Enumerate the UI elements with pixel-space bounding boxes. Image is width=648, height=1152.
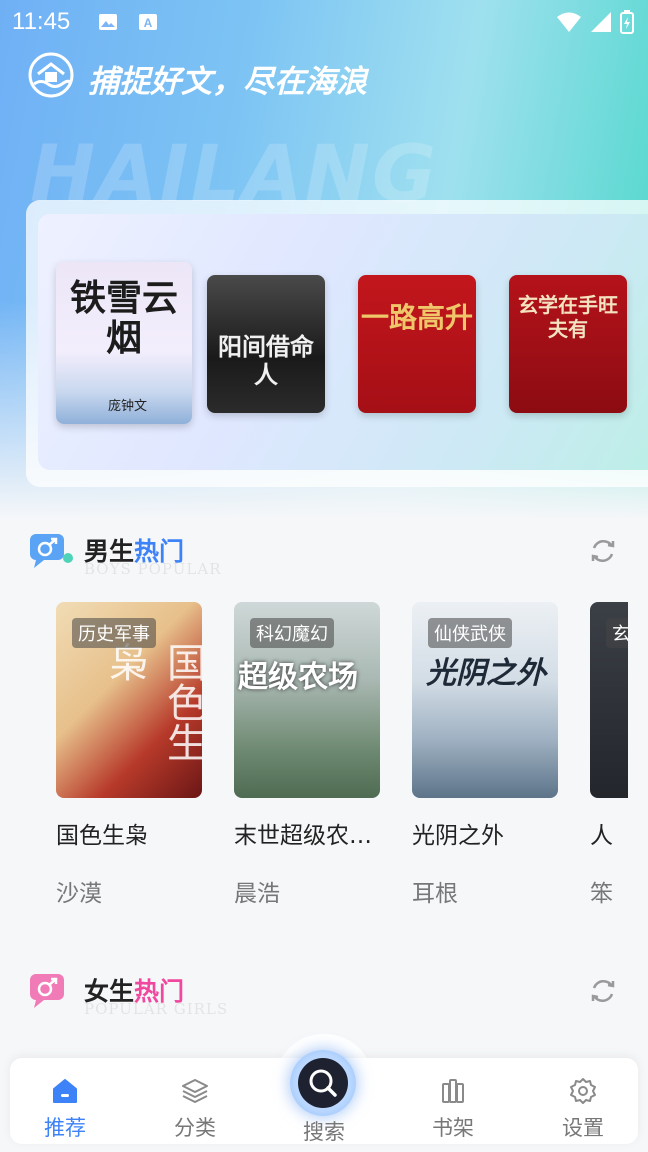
signal-icon — [591, 12, 611, 32]
book-author: 耳根 — [412, 881, 458, 907]
nav-label: 设置 — [562, 1116, 604, 1140]
book-category-tag: 科幻魔幻 — [250, 618, 334, 648]
status-bar: 11:45 A — [0, 0, 648, 44]
hailang-logo-icon — [28, 52, 74, 98]
girls-popular-header: 女生热门 POPULAR GIRLS — [26, 968, 626, 1018]
search-button[interactable] — [290, 1050, 356, 1116]
book-cover: 玄 — [590, 602, 628, 798]
featured-book-cover[interactable]: 铁雪云烟 庞钟文 — [56, 262, 192, 424]
nav-label: 分类 — [174, 1116, 216, 1140]
bookshelf-icon — [442, 1079, 464, 1103]
featured-cover-title: 阳间借命人 — [218, 332, 314, 389]
header-slogan: 捕捉好文，尽在海浪 — [88, 64, 367, 100]
book-cover: 光阴之外 仙侠武侠 — [412, 602, 558, 798]
book-card[interactable]: 超级农场 科幻魔幻 末世超级农… 晨浩 — [234, 602, 380, 908]
book-author: 笨 — [590, 881, 613, 907]
book-title: 国色生枭 — [56, 823, 148, 849]
refresh-icon[interactable] — [588, 976, 618, 1006]
nav-item-settings[interactable]: 设置 — [538, 1076, 628, 1142]
nav-item-bookshelf[interactable]: 书架 — [408, 1076, 498, 1142]
featured-cover-title: 铁雪云烟 — [69, 277, 178, 359]
image-notification-icon — [99, 14, 117, 30]
status-time: 11:45 — [12, 8, 71, 35]
layers-icon — [182, 1079, 208, 1103]
book-category-tag: 仙侠武侠 — [428, 618, 512, 648]
book-category-tag: 玄 — [606, 618, 628, 648]
search-icon — [309, 1069, 337, 1097]
featured-book-cover[interactable]: 阳间借命人 — [207, 275, 325, 413]
home-icon — [53, 1079, 77, 1103]
refresh-icon[interactable] — [588, 536, 618, 566]
book-title: 末世超级农… — [234, 823, 372, 849]
book-title: 光阴之外 — [412, 823, 504, 849]
book-card[interactable]: 国色生枭 历史军事 国色生枭 沙漠 — [56, 602, 202, 908]
battery-icon — [620, 10, 634, 34]
featured-book-cover[interactable]: 一路高升 — [358, 275, 476, 413]
girls-popular-subtitle: POPULAR GIRLS — [84, 1000, 229, 1018]
book-author: 沙漠 — [56, 881, 102, 907]
book-cover-title: 国色生枭 — [102, 642, 202, 762]
nav-label: 推荐 — [44, 1116, 86, 1140]
featured-book-cover[interactable]: 玄学在手旺夫有 — [509, 275, 627, 413]
nav-item-category[interactable]: 分类 — [150, 1076, 240, 1142]
featured-cover-title: 一路高升 — [360, 301, 473, 334]
book-category-tag: 历史军事 — [72, 618, 156, 648]
featured-cover-title: 玄学在手旺夫有 — [518, 293, 618, 341]
boys-popular-header: 男生热门 BOYS POPULAR — [26, 528, 626, 578]
text-notification-icon: A — [139, 14, 157, 30]
featured-cover-author: 庞钟文 — [108, 399, 148, 414]
book-cover: 超级农场 科幻魔幻 — [234, 602, 380, 798]
svg-text:A: A — [144, 16, 153, 30]
book-cover-title: 超级农场 — [238, 660, 358, 695]
search-button-core — [298, 1058, 348, 1108]
gear-icon — [570, 1078, 596, 1104]
book-cover-title: 光阴之外 — [426, 656, 546, 691]
wifi-icon — [557, 12, 581, 32]
nav-item-recommend[interactable]: 推荐 — [20, 1076, 110, 1142]
book-title: 人 — [590, 823, 613, 849]
boys-popular-subtitle: BOYS POPULAR — [84, 560, 222, 578]
book-cover: 国色生枭 历史军事 — [56, 602, 202, 798]
nav-label-search: 搜索 — [303, 1120, 345, 1144]
nav-label: 书架 — [432, 1116, 474, 1140]
book-author: 晨浩 — [234, 881, 280, 907]
book-card-partial[interactable]: 玄 人 笨 — [590, 602, 628, 908]
book-card[interactable]: 光阴之外 仙侠武侠 光阴之外 耳根 — [412, 602, 558, 908]
male-symbol-icon — [30, 534, 73, 568]
female-symbol-icon — [30, 974, 64, 1008]
